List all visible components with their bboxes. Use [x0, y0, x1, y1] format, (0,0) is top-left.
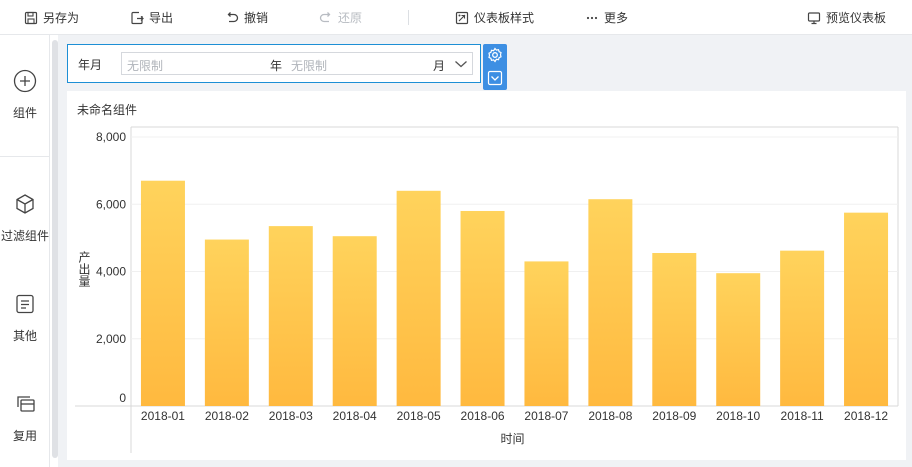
preview-dashboard-label: 预览仪表板 — [826, 11, 887, 25]
sidebar-item-components[interactable]: 组件 — [0, 69, 50, 121]
x-tick-label: 2018-10 — [716, 409, 760, 423]
date-filter-widget[interactable]: 年月 无限制 年 无限制 月 — [67, 44, 481, 83]
dashboard-style-button[interactable]: 仪表板样式 — [455, 0, 534, 35]
bar-2018-05 — [396, 190, 441, 406]
undo-label: 撤销 — [244, 11, 269, 25]
dashboard-style-label: 仪表板样式 — [474, 11, 535, 25]
export-label: 导出 — [149, 11, 174, 25]
filter-label: 年月 — [78, 58, 103, 72]
x-tick-label: 2018-05 — [397, 409, 441, 423]
bar-2018-08 — [588, 199, 633, 406]
add-circle-icon — [13, 69, 37, 96]
bar-2018-07 — [524, 261, 569, 406]
sidebar-divider — [0, 156, 50, 157]
bar-2018-01 — [140, 180, 185, 406]
preview-dashboard-button[interactable]: 预览仪表板 — [807, 0, 886, 35]
undo-icon — [225, 11, 239, 25]
x-axis-label: 时间 — [500, 432, 524, 446]
y-tick-label: 0 — [119, 391, 126, 405]
widget-toolbar — [483, 44, 507, 90]
bar-2018-12 — [844, 212, 889, 406]
save-icon — [24, 11, 38, 25]
y-axis-label: 产出量 — [77, 251, 91, 287]
more-icon — [585, 11, 599, 25]
palette-icon — [455, 11, 469, 25]
x-tick-label: 2018-06 — [461, 409, 505, 423]
bar-2018-10 — [716, 273, 761, 406]
sidebar-item-other[interactable]: 其他 — [0, 293, 50, 344]
export-icon — [130, 11, 144, 25]
month-placeholder: 无限制 — [291, 59, 328, 73]
more-label: 更多 — [604, 11, 629, 25]
x-tick-label: 2018-11 — [781, 409, 824, 423]
y-tick-label: 4,000 — [96, 265, 126, 279]
x-tick-label: 2018-08 — [588, 409, 632, 423]
more-button[interactable]: 更多 — [585, 0, 628, 35]
x-tick-label: 2018-04 — [333, 409, 377, 423]
x-tick-label: 2018-01 — [141, 409, 185, 423]
sidebar-item-label: 过滤组件 — [0, 229, 49, 243]
year-placeholder: 无限制 — [127, 59, 164, 73]
bar-2018-06 — [460, 210, 505, 406]
bar-2018-02 — [204, 239, 249, 406]
month-unit: 月 — [433, 59, 446, 73]
save-as-label: 另存为 — [43, 11, 80, 25]
sidebar-item-label: 组件 — [12, 106, 37, 120]
year-unit: 年 — [270, 59, 283, 73]
undo-button[interactable]: 撤销 — [225, 0, 268, 35]
year-month-input[interactable]: 无限制 年 无限制 月 — [121, 52, 473, 75]
chevron-down-icon[interactable] — [454, 58, 468, 73]
bar-2018-09 — [652, 253, 697, 406]
sidebar-item-reuse[interactable]: 复用 — [0, 393, 50, 444]
collapse-icon[interactable] — [486, 69, 504, 87]
copy-icon — [14, 393, 36, 418]
bar-2018-03 — [268, 226, 313, 406]
top-toolbar: 另存为 导出 撤销 还原 仪表板样式 更多 预览仪表板 — [0, 0, 912, 35]
sidebar-item-label: 其他 — [12, 329, 37, 343]
x-tick-label: 2018-09 — [652, 409, 696, 423]
monitor-icon — [807, 11, 821, 25]
x-tick-label: 2018-02 — [205, 409, 249, 423]
x-tick-label: 2018-12 — [844, 409, 888, 423]
redo-label: 还原 — [338, 11, 363, 25]
x-tick-label: 2018-03 — [269, 409, 313, 423]
y-tick-label: 8,000 — [96, 130, 126, 144]
bar-chart: 0 2,000 4,000 6,000 8,000 产出量 2018-01 2018-02 20… — [75, 126, 899, 453]
bar-2018-11 — [780, 250, 825, 406]
bar-2018-04 — [332, 236, 377, 406]
y-tick-label: 2,000 — [96, 332, 126, 346]
y-tick-label: 6,000 — [96, 197, 126, 211]
gear-icon[interactable] — [486, 46, 504, 64]
export-button[interactable]: 导出 — [130, 0, 173, 35]
redo-icon — [319, 11, 333, 25]
redo-button[interactable]: 还原 — [319, 0, 362, 35]
chart-widget[interactable]: 未命名组件 0 2,000 4,000 6,000 8,000 产出量 2018-01 201… — [67, 91, 906, 460]
save-as-button[interactable]: 另存为 — [24, 0, 79, 35]
toolbar-divider — [408, 10, 409, 25]
document-icon — [14, 293, 36, 318]
left-sidebar: 组件 过滤组件 其他 复用 — [0, 35, 50, 467]
cube-icon — [14, 193, 36, 218]
sidebar-item-label: 复用 — [12, 429, 37, 443]
sidebar-item-filter-components[interactable]: 过滤组件 — [0, 193, 50, 244]
x-tick-label: 2018-07 — [524, 409, 568, 423]
